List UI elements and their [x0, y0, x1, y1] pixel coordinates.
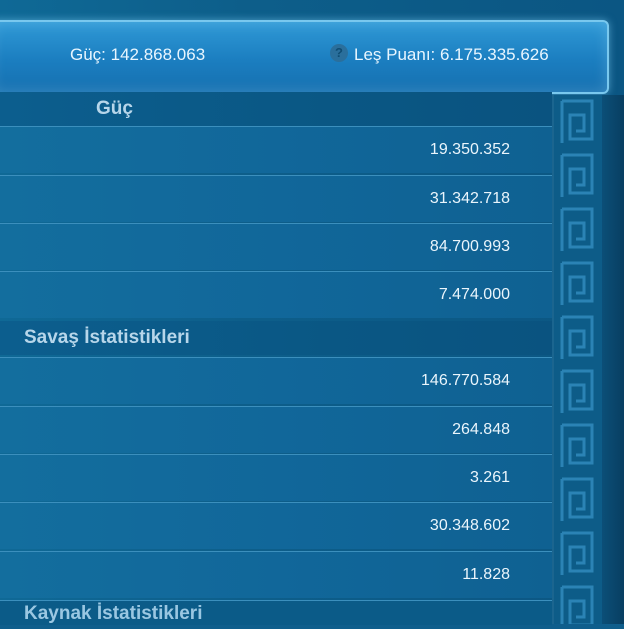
row-value: 31.342.718: [429, 190, 510, 207]
section-header-battle-stats: Savaş İstatistikleri: [0, 321, 552, 355]
panel-edge: [602, 95, 624, 624]
table-row: 264.848: [0, 406, 552, 453]
table-row: 3.261: [0, 454, 552, 501]
stats-panel: Güç: 142.868.063 ? Leş Puanı: 6.175.335.…: [0, 0, 624, 625]
section-title: Güç: [96, 98, 133, 119]
power-total: Güç: 142.868.063: [70, 45, 206, 64]
row-value: 3.261: [469, 469, 510, 486]
row-value: 7.474.000: [438, 286, 510, 303]
section-title: Savaş İstatistikleri: [24, 327, 190, 348]
table-row: 84.700.993: [0, 223, 552, 270]
help-icon[interactable]: ?: [330, 44, 348, 62]
row-value: 146.770.584: [421, 372, 510, 389]
table-row: 7.474.000: [0, 271, 552, 318]
row-value: 19.350.352: [429, 141, 510, 158]
row-value: 11.828: [462, 566, 510, 583]
row-value: 30.348.602: [429, 517, 510, 534]
summary-bar: Güç: 142.868.063 ? Leş Puanı: 6.175.335.…: [0, 20, 609, 94]
table-row: 146.770.584: [0, 357, 552, 404]
row-value: 84.700.993: [429, 238, 510, 255]
kill-points-total: Leş Puanı: 6.175.335.626: [354, 45, 549, 64]
section-title: Kaynak İstatistikleri: [24, 603, 203, 624]
table-row: 31.342.718: [0, 175, 552, 222]
greek-key-pattern: [552, 95, 602, 624]
table-row: 11.828: [0, 551, 552, 598]
table-row: 19.350.352: [0, 126, 552, 173]
section-header-power: Güç: [0, 92, 552, 126]
greek-key-border: [552, 95, 602, 624]
section-header-resource-stats: Kaynak İstatistikleri: [0, 600, 552, 625]
row-value: 264.848: [452, 421, 510, 438]
table-row: 30.348.602: [0, 502, 552, 549]
